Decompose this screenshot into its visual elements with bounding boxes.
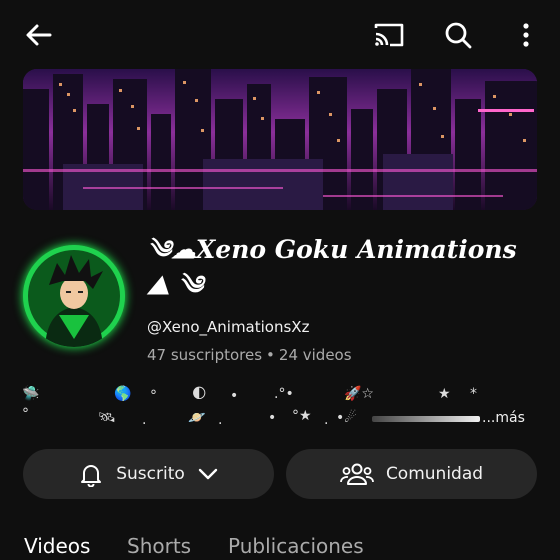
- channel-avatar[interactable]: [23, 245, 125, 347]
- subscribed-button[interactable]: Suscrito: [23, 449, 274, 499]
- wind-icon: ༄☁: [147, 235, 196, 264]
- channel-handle: @Xeno_AnimationsXz: [147, 318, 310, 336]
- tab-publicaciones[interactable]: Publicaciones: [228, 534, 364, 558]
- comet-icon: •☄: [336, 410, 357, 426]
- description-more-link[interactable]: ...más: [482, 410, 525, 426]
- star-icon: °★: [292, 408, 312, 424]
- small-circle-icon: °: [150, 388, 157, 404]
- asterisk-icon: *: [470, 386, 477, 402]
- chevron-down-icon: [197, 463, 219, 485]
- avatar-image: [23, 245, 125, 347]
- mountain-icon: ⛰: [147, 271, 169, 301]
- search-button[interactable]: [437, 14, 479, 56]
- small-circle-icon: °: [22, 406, 29, 422]
- stats-separator: •: [266, 346, 275, 364]
- rocket-icon: 🚀☆: [344, 386, 374, 402]
- planet-icon: 🪐: [188, 410, 206, 426]
- cast-icon: [374, 23, 404, 47]
- channel-stats: 47 suscriptores • 24 videos: [147, 346, 352, 364]
- bell-icon: [78, 461, 104, 487]
- channel-title: ༄☁Xeno Goku Animations ⛰ ༄: [147, 232, 547, 304]
- cast-button[interactable]: [368, 14, 410, 56]
- community-label: Comunidad: [385, 464, 484, 484]
- more-options-button[interactable]: [505, 14, 547, 56]
- subscribed-label: Suscrito: [116, 464, 185, 484]
- channel-tabs: Videos Shorts Publicaciones: [0, 530, 560, 560]
- search-icon: [445, 22, 472, 49]
- channel-banner: [23, 69, 537, 210]
- earth-icon: 🌎: [114, 386, 132, 402]
- subscriber-count: 47 suscriptores: [147, 346, 263, 364]
- video-count: 24 videos: [278, 346, 352, 364]
- community-icon: [340, 461, 374, 487]
- swirl-icon: ༄: [177, 271, 203, 301]
- sparkle-icon: .°•: [274, 386, 294, 402]
- moon-icon: 🌓: [192, 386, 207, 402]
- arrow-left-icon: [26, 24, 52, 46]
- dot-icon: .: [324, 412, 329, 428]
- dot-icon: .: [142, 412, 147, 428]
- back-button[interactable]: [18, 14, 60, 56]
- channel-screen: ༄☁Xeno Goku Animations ⛰ ༄ @Xeno_Animati…: [0, 0, 560, 560]
- ufo-icon: 🛸: [22, 386, 40, 402]
- tab-videos[interactable]: Videos: [24, 534, 90, 558]
- dot-icon: •: [230, 388, 239, 404]
- description-fade: [372, 416, 480, 422]
- satellite-icon: 🛰: [98, 410, 116, 426]
- city-skyline-image: [23, 69, 537, 210]
- channel-name-text: Xeno Goku Animations: [195, 235, 517, 264]
- community-button[interactable]: Comunidad: [286, 449, 537, 499]
- top-app-bar: [0, 0, 560, 70]
- star-icon: ★: [438, 386, 451, 402]
- more-vertical-icon: [523, 23, 529, 47]
- dot-icon: •: [268, 410, 277, 426]
- channel-name-suffix: ⛰ ༄: [147, 268, 547, 304]
- tab-shorts[interactable]: Shorts: [127, 534, 191, 558]
- dot-icon: .: [218, 412, 223, 428]
- channel-description[interactable]: 🛸 ° 🌎 ° 🛰 . 🌓 • 🪐 . • .°• °★ . 🚀☆ •☄ ★ *…: [0, 380, 560, 430]
